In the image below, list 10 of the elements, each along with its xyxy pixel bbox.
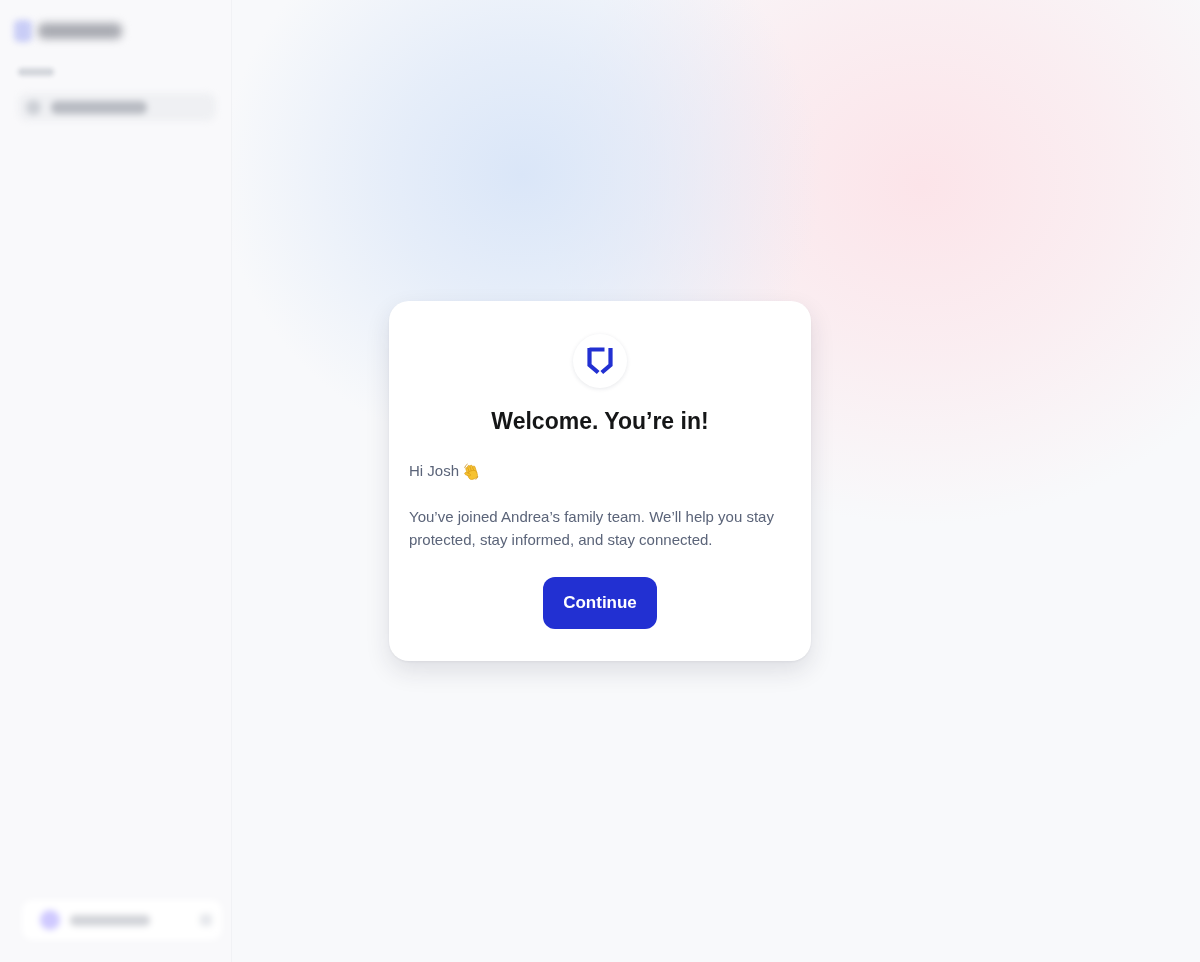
blurred-section-label <box>18 68 54 76</box>
waving-hand-icon <box>463 462 481 480</box>
dialog-title: Welcome. You’re in! <box>491 407 709 436</box>
greeting-text: Hi Josh <box>409 461 460 481</box>
continue-button[interactable]: Continue <box>543 577 657 629</box>
shield-logo-icon <box>573 334 627 388</box>
blurred-logo-icon <box>14 20 32 42</box>
avatar-icon <box>40 910 60 930</box>
welcome-message: You’ve joined Andrea’s family team. We’ll help you stay protected, stay informed, and stay connected. <box>409 507 775 550</box>
blurred-nav-icon <box>26 99 41 115</box>
